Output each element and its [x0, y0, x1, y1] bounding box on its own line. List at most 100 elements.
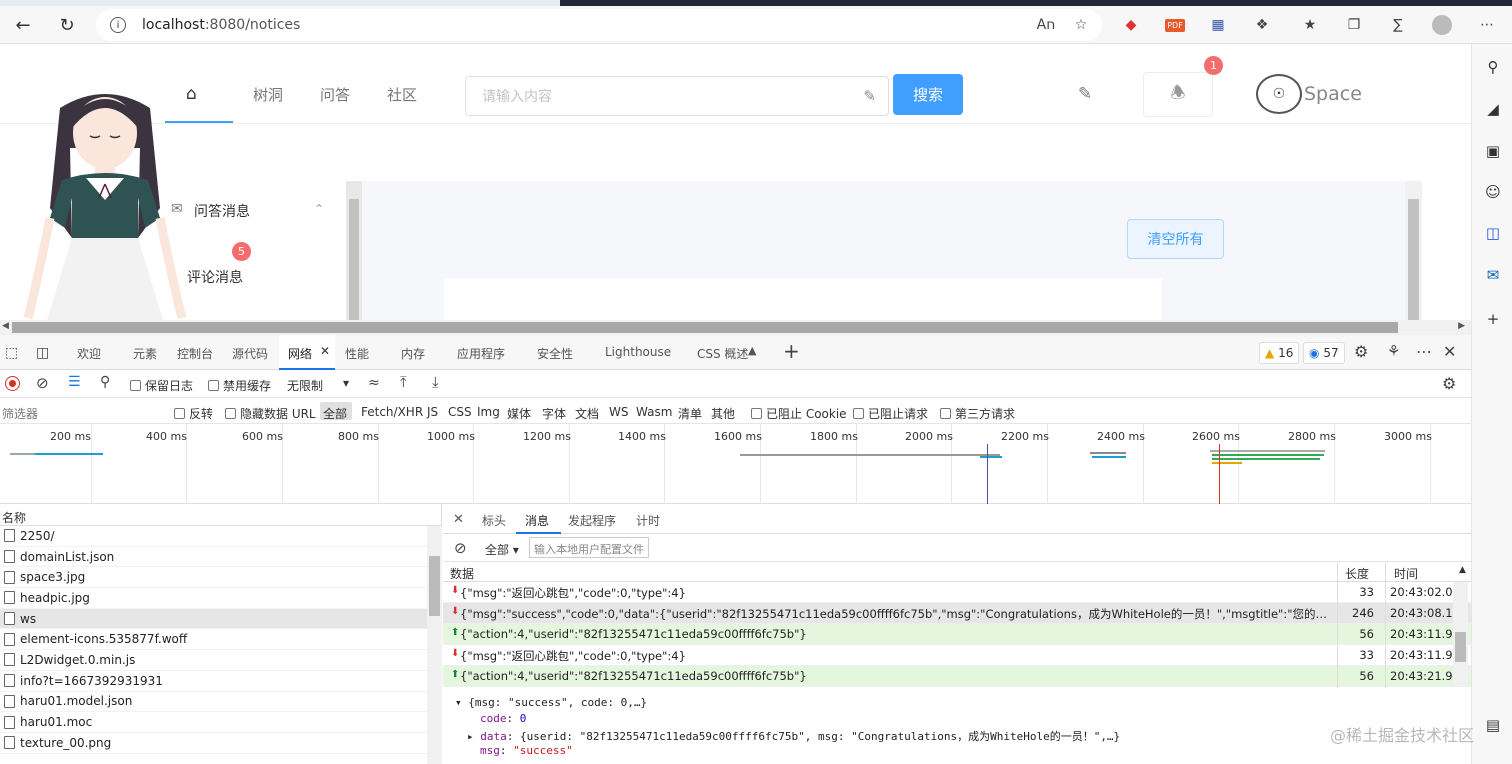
add-tab-icon[interactable]: + [783, 339, 800, 363]
tab-network[interactable]: 网络 [288, 345, 312, 362]
disable-cache-checkbox[interactable]: 禁用缓存 [208, 377, 271, 394]
tag-icon[interactable]: ◢ [1482, 98, 1504, 120]
type-ws[interactable]: WS [609, 405, 628, 419]
tab-css-overview[interactable]: CSS 概述 [697, 345, 748, 362]
extension-icon[interactable]: ◆ [1120, 14, 1142, 36]
search-network-icon[interactable]: ⚲ [100, 374, 110, 390]
tab-initiator[interactable]: 发起程序 [568, 512, 616, 529]
message-row-sent[interactable]: ⬆ {"action":4,"userid":"82f13255471c11eda… [443, 666, 1471, 687]
import-har-icon[interactable]: ⤒ [400, 373, 407, 391]
close-tab-icon[interactable]: ✕ [320, 344, 330, 358]
request-row[interactable]: texture_00.png [0, 733, 441, 754]
more-options-icon[interactable]: ⋯ [1416, 342, 1432, 361]
menu-comment-messages[interactable]: 评论消息 [187, 267, 243, 287]
type-media[interactable]: 媒体 [507, 405, 531, 422]
network-conditions-icon[interactable]: ≈ [368, 375, 380, 391]
search-icon[interactable]: ⚲ [1482, 56, 1504, 78]
message-row-selected[interactable]: ⬇ {"msg":"success","code":0,"data":{"user… [443, 603, 1471, 624]
tab-messages[interactable]: 消息 [525, 512, 549, 529]
favorites-icon[interactable]: ★ [1299, 14, 1321, 36]
clear-messages-icon[interactable]: ⊘ [454, 539, 467, 557]
record-icon[interactable] [5, 376, 20, 391]
page-horizontal-scrollbar[interactable]: ◀ ▶ [0, 320, 1471, 335]
preserve-log-checkbox[interactable]: 保留日志 [130, 377, 193, 394]
tab-performance[interactable]: 性能 [345, 345, 369, 362]
chevron-up-icon[interactable]: ⌃ [314, 202, 324, 216]
type-other[interactable]: 其他 [711, 405, 735, 422]
request-row[interactable]: space3.jpg [0, 567, 441, 589]
message-filter-input[interactable]: 输入本地用户配置文件 [529, 537, 649, 558]
collections-icon[interactable]: ❐ [1343, 14, 1365, 36]
message-row[interactable]: ⬇ {"msg":"返回心跳包","code":0,"type":4} 33 20:4… [443, 582, 1471, 603]
nav-treehole[interactable]: 树洞 [253, 84, 283, 105]
blocked-requests-checkbox[interactable]: 已阻止请求 [853, 405, 928, 422]
info-icon[interactable]: i [110, 17, 126, 33]
toolbox-icon[interactable]: ▣ [1482, 140, 1504, 162]
more-menu-icon[interactable]: ⋯ [1476, 14, 1498, 36]
request-row[interactable]: haru01.moc [0, 712, 441, 733]
tab-welcome[interactable]: 欢迎 [77, 345, 101, 362]
refresh-icon[interactable]: ↻ [54, 12, 80, 38]
sort-up-icon[interactable]: ▲ [1459, 565, 1466, 575]
type-all[interactable]: 全部 [323, 405, 347, 422]
close-detail-icon[interactable]: ✕ [453, 512, 464, 527]
message-row-sent[interactable]: ⬆ {"action":4,"userid":"82f13255471c11eda… [443, 624, 1471, 645]
hide-data-urls-checkbox[interactable]: 隐藏数据 URL [225, 405, 316, 422]
request-row[interactable]: element-icons.535877f.woff [0, 629, 441, 651]
request-row[interactable]: headpic.jpg [0, 588, 441, 609]
write-icon[interactable]: ✎ [1078, 84, 1092, 104]
detail-data[interactable]: ▸ data: {userid: "82f13255471c11eda59c00… [467, 728, 1120, 744]
issues-badge[interactable]: ◉ 57 [1303, 342, 1345, 364]
request-row-selected[interactable]: ws [0, 608, 441, 630]
throttle-select[interactable]: 无限制 ▾ [287, 376, 355, 394]
request-row[interactable]: haru01.model.json [0, 692, 441, 713]
address-bar[interactable]: i localhost:8080/notices [96, 9, 1102, 41]
request-row[interactable]: 2250/ [0, 526, 441, 547]
sidebar-settings-icon[interactable]: ▤ [1482, 714, 1504, 736]
nav-qa[interactable]: 问答 [320, 84, 350, 105]
invert-checkbox[interactable]: 反转 [174, 405, 213, 422]
tab-memory[interactable]: 内存 [401, 345, 425, 362]
tab-console[interactable]: 控制台 [177, 345, 213, 362]
menu-scrollbar[interactable] [346, 181, 362, 320]
message-row[interactable]: ⬇ {"msg":"返回心跳包","code":0,"type":4} 33 20:4… [443, 645, 1471, 666]
detail-root[interactable]: ▾ {msg: "success", code: 0,…} [455, 696, 647, 709]
filter-input[interactable]: 筛选器 [2, 405, 162, 422]
type-fetch-xhr[interactable]: Fetch/XHR [361, 405, 423, 419]
tab-security[interactable]: 安全性 [537, 345, 573, 362]
math-solver-icon[interactable]: ∑ [1387, 14, 1409, 36]
device-toolbar-icon[interactable]: ◫ [36, 345, 49, 361]
request-row[interactable]: L2Dwidget.0.min.js [0, 650, 441, 671]
site-logo[interactable]: ☉ Space [1256, 74, 1362, 114]
warnings-badge[interactable]: ▲ 16 [1259, 342, 1300, 364]
pdf-extension-icon[interactable]: PDF [1164, 14, 1186, 36]
content-scrollbar[interactable] [1405, 181, 1422, 320]
outlook-icon[interactable]: ✉ [1482, 264, 1504, 286]
extensions-icon[interactable]: ❖ [1251, 14, 1273, 36]
type-wasm[interactable]: Wasm [636, 405, 672, 419]
request-row[interactable]: domainList.json [0, 547, 441, 568]
export-har-icon[interactable]: ⤓ [432, 373, 439, 391]
tab-elements[interactable]: 元素 [133, 345, 157, 362]
calendar-extension-icon[interactable]: ▦ [1207, 14, 1229, 36]
messages-scrollbar[interactable] [1453, 582, 1468, 686]
customize-icon[interactable]: ⚘ [1387, 342, 1400, 360]
type-font[interactable]: 字体 [542, 405, 566, 422]
type-img[interactable]: Img [477, 405, 500, 419]
profile-avatar[interactable] [1431, 14, 1453, 36]
people-icon[interactable]: ☺ [1482, 181, 1504, 203]
add-icon[interactable]: + [1482, 308, 1504, 330]
message-type-select[interactable]: 全部 ▾ [485, 541, 519, 558]
nav-community[interactable]: 社区 [387, 84, 417, 105]
clear-icon[interactable]: ⊘ [36, 374, 49, 392]
close-devtools-icon[interactable]: ✕ [1443, 342, 1456, 361]
type-css[interactable]: CSS [448, 405, 472, 419]
col-data[interactable]: 数据 [450, 565, 474, 582]
office-icon[interactable]: ◫ [1482, 222, 1504, 244]
live2d-character[interactable] [20, 88, 190, 320]
clear-all-button[interactable]: 清空所有 [1127, 219, 1224, 259]
tab-timing[interactable]: 计时 [636, 512, 660, 529]
type-doc[interactable]: 文档 [575, 405, 599, 422]
name-column-header[interactable]: 名称 [0, 504, 441, 526]
search-input[interactable]: 请输入内容 ✎ [465, 76, 889, 116]
